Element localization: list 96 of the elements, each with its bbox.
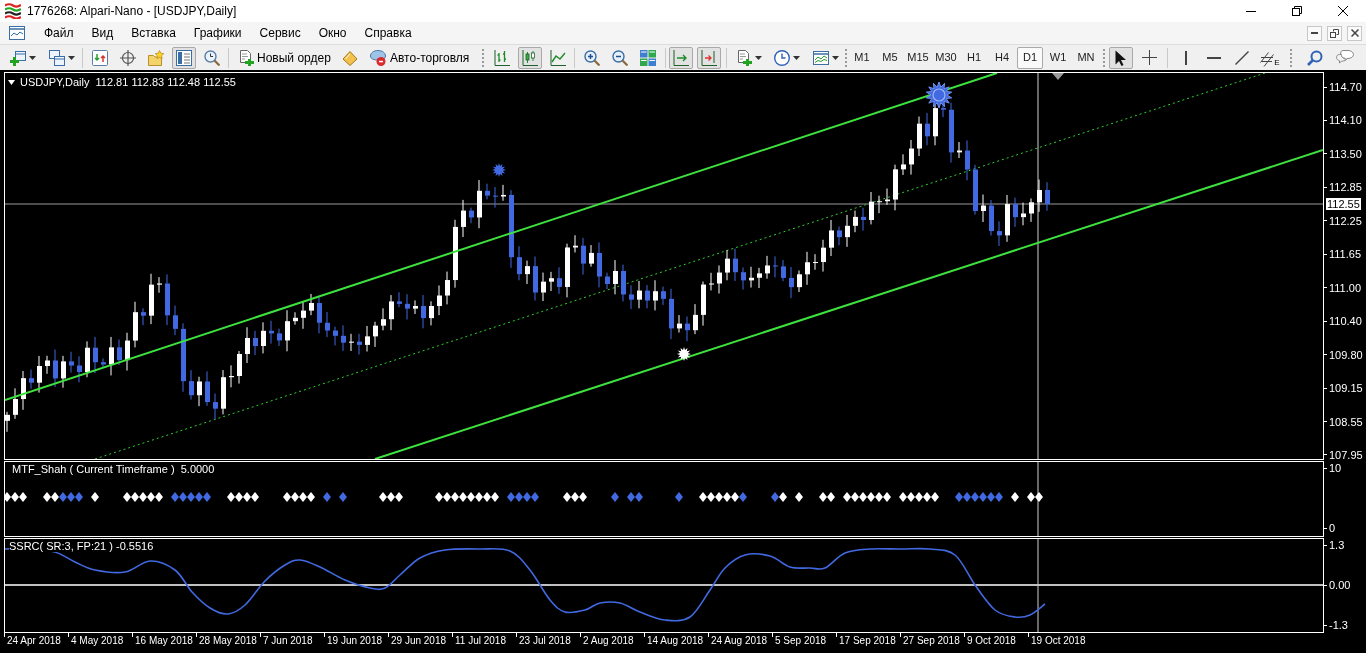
date-tick-label: 7 Jun 2018 [263,635,313,647]
menu-item[interactable]: Сервис [250,23,310,43]
price-tick-label: 109.80 [1329,348,1363,361]
value-tick-label: -1.3 [1329,619,1348,631]
striped-logo-icon [5,3,21,19]
zoom-out-icon[interactable] [612,49,628,66]
date-tick-label: 19 Oct 2018 [1031,635,1086,647]
date-tick-label: 14 Aug 2018 [647,635,704,647]
indicator-label: MTF_Shah ( Current Timeframe ) 5.0000 [12,463,215,475]
window-plus-icon[interactable] [10,49,26,66]
minimize-button[interactable] [1307,25,1322,41]
timeframe-button[interactable]: MN [1073,46,1099,69]
date-tick-label: 24 Apr 2018 [7,635,61,647]
indicator-label: SSRC( SR:3, FP:21 ) -0.5516 [9,540,154,552]
timeframe-button[interactable]: M15 [905,46,931,69]
price-tick-label: 113.50 [1329,147,1362,160]
tile-windows-icon[interactable] [640,49,656,66]
date-tick-label: 17 Sep 2018 [839,635,896,647]
date-tick-label: 16 May 2018 [135,635,193,647]
close-button[interactable] [1347,25,1362,41]
price-tick-label: 107.95 [1329,448,1363,461]
close-icon[interactable] [1350,29,1359,37]
zoom-in-icon[interactable] [584,49,600,66]
value-tick-label: 0 [1329,522,1336,534]
date-tick-label: 29 Jun 2018 [391,635,447,647]
chat-bubbles-icon[interactable] [1336,50,1354,65]
caret-icon[interactable] [68,55,75,60]
timeframe-button[interactable]: M5 [877,46,903,69]
star-marker-icon [925,81,953,109]
clock-icon[interactable] [774,49,790,66]
menu-item[interactable]: Вставка [122,23,185,43]
menu-item[interactable]: Графики [184,23,251,43]
cursor-icon[interactable] [1115,49,1127,66]
price-tick-label: 114.10 [1329,114,1362,127]
timeframe-button[interactable]: H4 [989,46,1015,69]
shift-marker-icon[interactable] [1052,73,1064,80]
price-tick-label: 109.15 [1329,382,1363,395]
document-plus-icon[interactable] [736,49,752,66]
date-tick-label: 11 Jul 2018 [455,635,506,647]
timeframe-button[interactable]: H1 [961,46,987,69]
diagonal-line-icon[interactable] [1235,50,1249,65]
current-price-label: 112.55 [1326,198,1361,210]
new-order-button[interactable]: Новый ордер [235,46,336,69]
chart-window-icon[interactable] [813,49,829,66]
price-tick-label: 111.00 [1329,281,1361,294]
channel-tool-button[interactable]: E [1258,46,1282,69]
windows-icon[interactable] [49,49,65,66]
stop-badge-icon[interactable] [370,49,386,66]
date-tick-label: 4 May 2018 [71,635,124,647]
cursor-button[interactable] [1109,46,1133,69]
menu-item[interactable]: Вид [82,23,123,43]
book-icon[interactable] [342,49,358,66]
ohlc-values-label: 112.81 112.83 112.48 112.55 [95,76,236,88]
date-tick-label: 9 Oct 2018 [967,635,1016,647]
window-title: 1776268: Alpari-Nano - [USDJPY,Daily] [27,3,237,20]
caret-icon[interactable] [755,55,762,60]
price-tick-label: 114.70 [1329,81,1362,93]
menu-item[interactable]: Файл [35,23,83,43]
vertical-line-icon[interactable] [1185,50,1187,65]
date-tick-label: 19 Jun 2018 [327,635,383,647]
date-tick-label: 24 Aug 2018 [711,635,768,647]
timeframe-button[interactable]: D1 [1017,46,1043,69]
hatch-icon[interactable] [1260,51,1275,67]
date-tick-label: 28 May 2018 [199,635,257,647]
date-tick-label: 2 Aug 2018 [583,635,634,647]
price-tick-label: 112.25 [1329,214,1362,227]
price-tick-label: 108.55 [1329,415,1363,428]
value-tick-label: 0.00 [1329,579,1351,591]
restore-icon[interactable] [1292,6,1302,16]
timeframe-button[interactable]: M1 [849,46,875,69]
triangle-down-icon[interactable] [8,79,15,85]
caret-icon[interactable] [793,55,800,60]
horizontal-line-icon[interactable] [1207,56,1221,59]
value-tick-label: 1.3 [1329,539,1345,551]
caret-icon[interactable] [832,55,839,60]
value-tick-label: 10 [1329,462,1342,474]
minimize-icon[interactable] [1246,10,1256,12]
menu-item[interactable]: Окно [309,23,356,43]
price-tick-label: 112.85 [1329,181,1362,194]
date-tick-label: 23 Jul 2018 [519,635,571,647]
search-icon[interactable] [1307,49,1323,66]
timeframe-button[interactable]: M30 [933,46,959,69]
date-tick-label: 5 Sep 2018 [775,635,827,647]
caret-icon[interactable] [29,55,36,60]
document-plus-icon[interactable] [238,49,254,66]
price-tick-label: 110.40 [1329,315,1362,328]
chart-window-icon[interactable] [9,25,25,41]
menu-item[interactable]: Справка [355,23,421,43]
chart-symbol-label: USDJPY,Daily [20,76,90,88]
star-marker-icon [492,163,506,177]
price-tick-label: 111.65 [1329,248,1361,261]
star-marker-icon [677,347,691,361]
timeframe-button[interactable]: W1 [1045,46,1071,69]
date-tick-label: 27 Sep 2018 [903,635,960,647]
close-icon[interactable] [1338,6,1348,16]
autotrading-button[interactable]: Авто-торговля [367,46,478,69]
